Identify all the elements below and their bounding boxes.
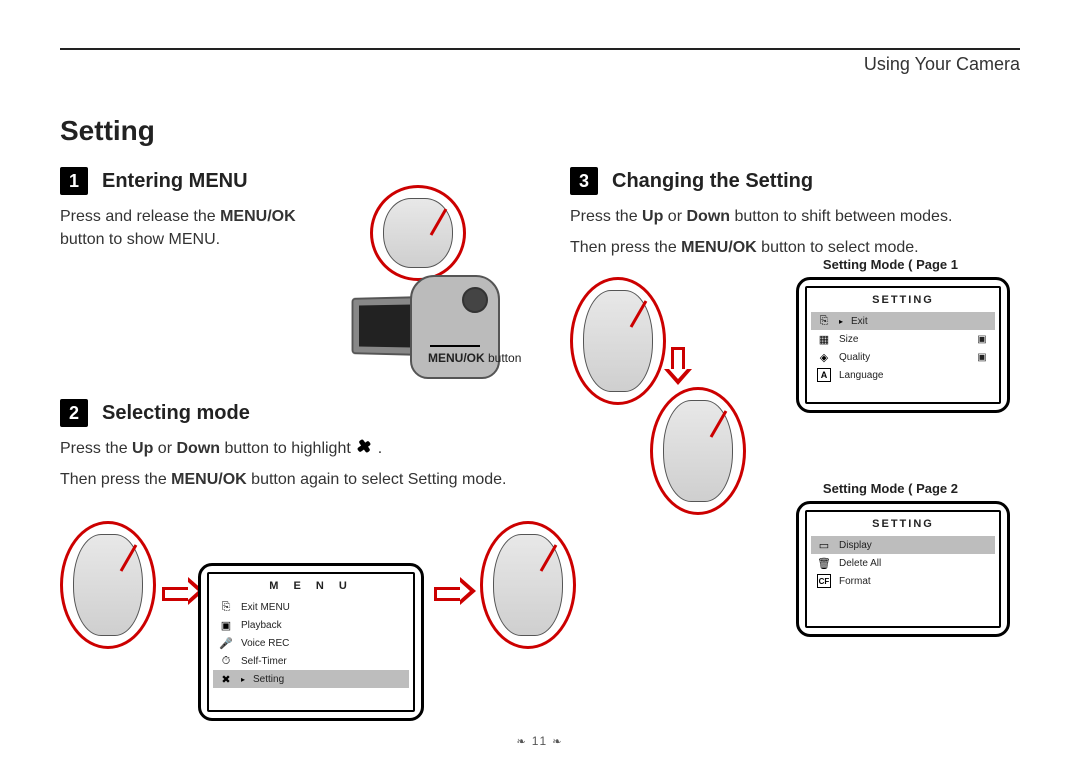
camcorder-illustration: MENU/OK button <box>310 195 530 395</box>
updown-callout-r1 <box>570 277 666 405</box>
step2-text-1: Press the Up or Down button to highlight… <box>60 437 530 460</box>
menuok-callout-r2 <box>650 387 746 515</box>
setting-row: 🗑Delete All <box>811 554 995 572</box>
step1-title: Entering MENU <box>102 170 248 193</box>
setting-row: ▦Size▣ <box>811 330 995 348</box>
setting-icon <box>355 437 373 455</box>
setting-page1-label: Setting Mode ( Page 1 <box>823 257 958 272</box>
setting-row: ◈Quality▣ <box>811 348 995 366</box>
step3-diagram: Setting Mode ( Page 1 SETTING ⎘▸Exit ▦Si… <box>570 277 1010 737</box>
menu-row-selected: ✖▸Setting <box>213 670 409 688</box>
main-menu-lcd: M E N U ⎘Exit MENU ▣Playback 🎤Voice REC … <box>198 563 424 721</box>
step2-heading: 2 Selecting mode <box>60 399 530 427</box>
step3-text-1: Press the Up or Down button to shift bet… <box>570 205 1010 228</box>
camcorder-body <box>350 275 500 385</box>
right-column: 3 Changing the Setting Press the Up or D… <box>570 167 1010 751</box>
step2-diagram: M E N U ⎘Exit MENU ▣Playback 🎤Voice REC … <box>60 511 530 751</box>
menuok-callout-circle <box>370 185 466 281</box>
main-menu-title: M E N U <box>213 580 409 592</box>
step1-heading: 1 Entering MENU <box>60 167 530 195</box>
setting-row-selected: ▭Display <box>811 536 995 554</box>
setting-row: ALanguage <box>811 366 995 384</box>
step3-heading: 3 Changing the Setting <box>570 167 1010 195</box>
left-column: 1 Entering MENU Press and release the ME… <box>60 167 530 751</box>
top-rule <box>60 48 1020 50</box>
page-number: 11 <box>0 734 1080 748</box>
menu-row: ▣Playback <box>213 616 409 634</box>
step2-text-2: Then press the MENU/OK button again to s… <box>60 468 530 491</box>
menu-row: ⎘Exit MENU <box>213 598 409 616</box>
chapter-label: Using Your Camera <box>60 54 1020 75</box>
setting-page2-label: Setting Mode ( Page 2 <box>823 481 958 496</box>
step2-title: Selecting mode <box>102 402 250 425</box>
setting-page1-title: SETTING <box>811 294 995 306</box>
setting-page1-lcd: SETTING ⎘▸Exit ▦Size▣ ◈Quality▣ ALanguag… <box>796 277 1010 413</box>
menu-row: 🎤Voice REC <box>213 634 409 652</box>
arrow-right-icon <box>434 573 476 606</box>
setting-page2-lcd: SETTING ▭Display 🗑Delete All CFFormat <box>796 501 1010 637</box>
setting-row: CFFormat <box>811 572 995 590</box>
menuok-callout-2 <box>480 521 576 649</box>
step1-badge: 1 <box>60 167 88 195</box>
manual-page: Using Your Camera Setting 1 Entering MEN… <box>0 0 1080 766</box>
step3-title: Changing the Setting <box>612 170 813 193</box>
menuok-caption: MENU/OK button <box>428 351 521 365</box>
columns: 1 Entering MENU Press and release the ME… <box>60 167 1020 751</box>
menu-row: ⏱Self-Timer <box>213 652 409 670</box>
step3-badge: 3 <box>570 167 598 195</box>
page-title: Setting <box>60 115 1020 147</box>
step3-text-2: Then press the MENU/OK button to select … <box>570 236 1010 259</box>
arrow-down-icon <box>664 347 692 385</box>
step2-badge: 2 <box>60 399 88 427</box>
step1-text: Press and release the MENU/OK button to … <box>60 205 310 251</box>
setting-row-selected: ⎘▸Exit <box>811 312 995 330</box>
setting-page2-title: SETTING <box>811 518 995 530</box>
updown-callout <box>60 521 156 649</box>
